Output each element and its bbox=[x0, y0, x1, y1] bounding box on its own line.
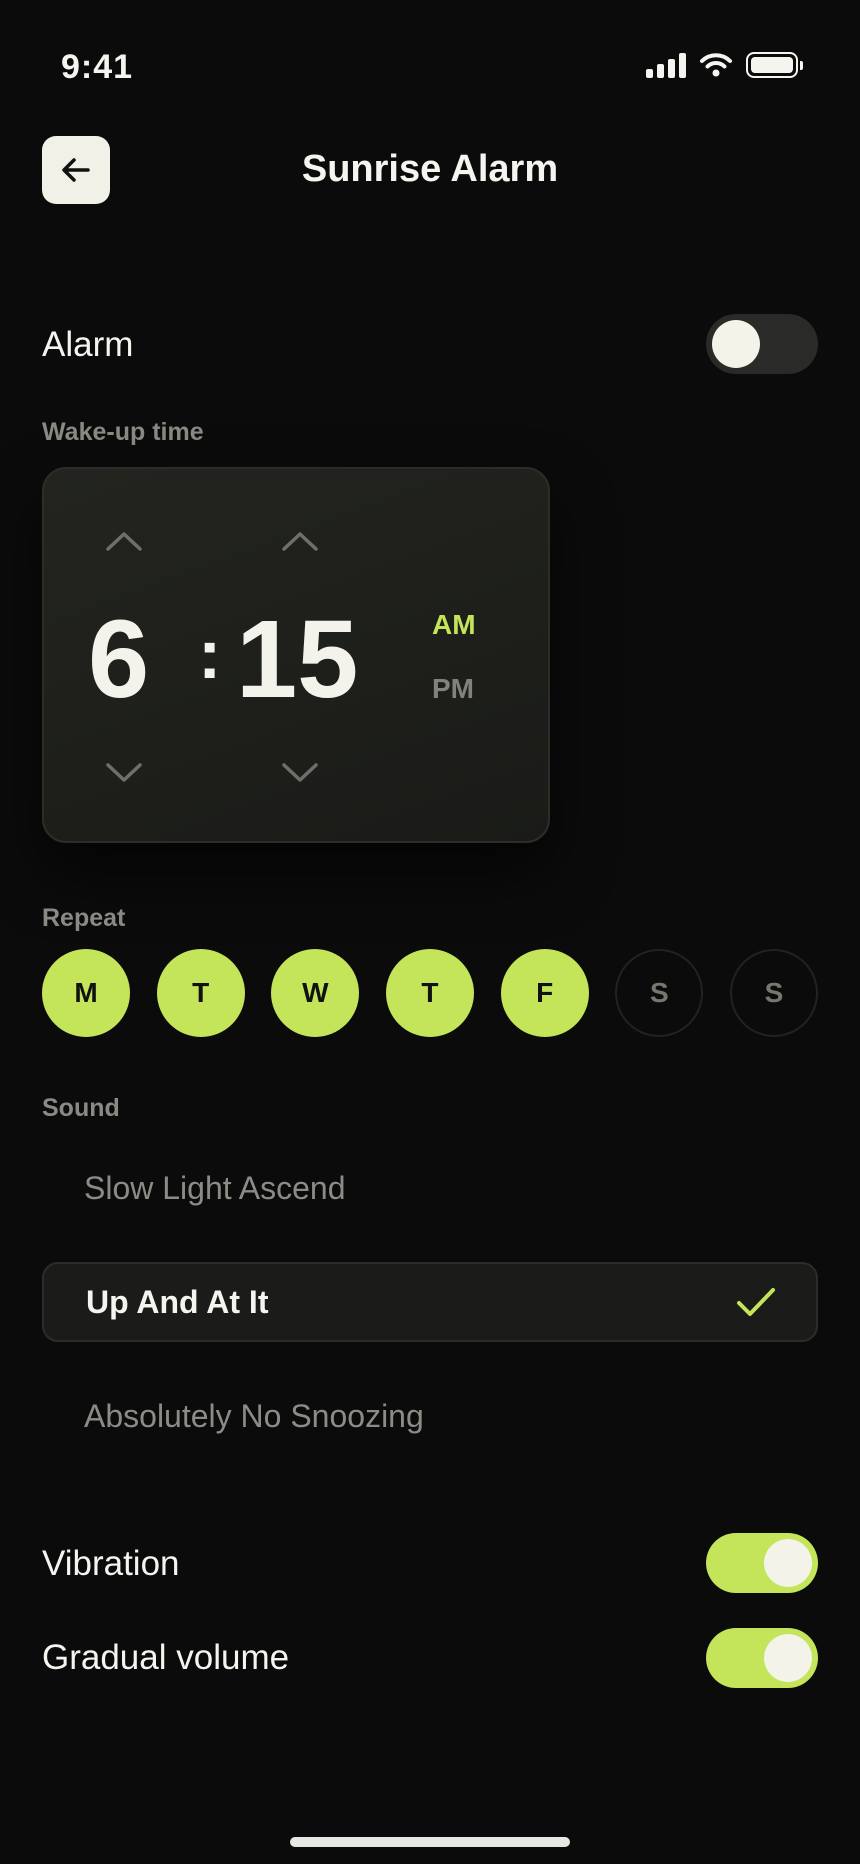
hour-up-chevron-icon[interactable] bbox=[104, 529, 144, 553]
page-title: Sunrise Alarm bbox=[301, 148, 559, 190]
toggle-knob bbox=[764, 1634, 812, 1682]
time-picker: 6 : 15 AM PM bbox=[42, 467, 550, 843]
status-time: 9:41 bbox=[61, 48, 134, 86]
minute-up-chevron-icon[interactable] bbox=[280, 529, 320, 553]
battery-icon bbox=[746, 52, 803, 78]
home-indicator[interactable] bbox=[290, 1837, 570, 1847]
am-option[interactable]: AM bbox=[432, 609, 476, 641]
status-bar: 9:41 bbox=[0, 0, 860, 120]
day-monday[interactable]: M bbox=[42, 949, 130, 1037]
day-wednesday[interactable]: W bbox=[271, 949, 360, 1037]
vibration-toggle[interactable] bbox=[706, 1533, 818, 1593]
day-sunday[interactable]: S bbox=[729, 949, 818, 1037]
hour-down-chevron-icon[interactable] bbox=[104, 761, 144, 785]
repeat-label: Repeat bbox=[42, 904, 126, 932]
gradual-volume-label: Gradual volume bbox=[42, 1638, 290, 1677]
sound-option-label: Slow Light Ascend bbox=[84, 1169, 346, 1206]
repeat-days: M T W T F S S bbox=[42, 949, 818, 1037]
wifi-icon bbox=[700, 53, 732, 77]
alarm-label: Alarm bbox=[42, 325, 134, 364]
minute-value[interactable]: 15 bbox=[236, 605, 358, 715]
day-tuesday[interactable]: T bbox=[156, 949, 245, 1037]
day-saturday[interactable]: S bbox=[615, 949, 704, 1037]
gradual-volume-toggle[interactable] bbox=[706, 1628, 818, 1688]
wake-up-time-label: Wake-up time bbox=[42, 418, 204, 446]
cellular-signal-icon bbox=[646, 52, 686, 78]
sound-option[interactable]: Slow Light Ascend bbox=[42, 1148, 818, 1228]
vibration-label: Vibration bbox=[42, 1544, 180, 1583]
toggle-knob bbox=[764, 1539, 812, 1587]
checkmark-icon bbox=[737, 1288, 775, 1316]
minute-down-chevron-icon[interactable] bbox=[280, 761, 320, 785]
sound-label: Sound bbox=[42, 1094, 120, 1122]
day-thursday[interactable]: T bbox=[385, 949, 474, 1037]
pm-option[interactable]: PM bbox=[432, 673, 474, 705]
day-friday[interactable]: F bbox=[500, 949, 589, 1037]
hour-value[interactable]: 6 bbox=[88, 605, 149, 715]
sound-option-selected[interactable]: Up And At It bbox=[42, 1262, 818, 1342]
status-icons bbox=[646, 52, 803, 78]
sound-option-label: Absolutely No Snoozing bbox=[84, 1397, 424, 1434]
sound-option-label: Up And At It bbox=[86, 1283, 269, 1320]
alarm-toggle[interactable] bbox=[706, 314, 818, 374]
time-separator: : bbox=[198, 615, 222, 693]
sound-option[interactable]: Absolutely No Snoozing bbox=[42, 1376, 818, 1456]
toggle-knob bbox=[712, 320, 760, 368]
